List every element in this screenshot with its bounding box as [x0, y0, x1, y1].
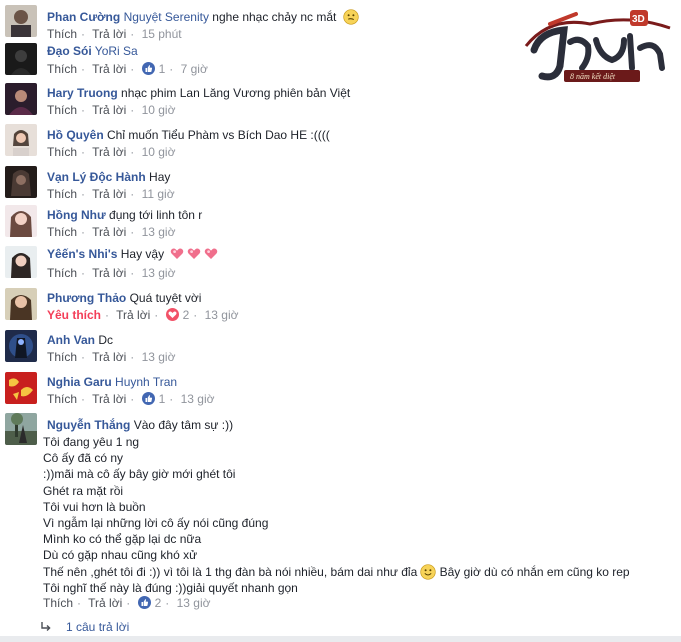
comment-text: Hay	[149, 170, 171, 184]
avatar[interactable]	[5, 372, 37, 404]
like-button[interactable]: Thích	[47, 187, 77, 201]
comment-time[interactable]: 13 giờ	[205, 308, 239, 322]
comment-author[interactable]: Nguyễn Thắng	[47, 418, 130, 432]
comment-text: Vào đây tâm sự :))	[133, 418, 234, 432]
game-logo: 3D 8 năm kết diệt	[520, 6, 680, 88]
avatar[interactable]	[5, 124, 37, 156]
reply-button[interactable]: Trả lời	[92, 145, 126, 159]
comment-author[interactable]: Phương Thảo	[47, 291, 126, 305]
comment-author[interactable]: Hồng Như	[47, 208, 106, 222]
heart-emoji-icon	[170, 247, 184, 260]
smiley-icon	[420, 563, 436, 580]
like-reaction-icon[interactable]	[141, 392, 155, 405]
reply-button[interactable]: Trả lời	[92, 62, 126, 76]
avatar[interactable]	[5, 246, 37, 278]
comment-text: Dc	[98, 333, 114, 347]
comment-time[interactable]: 13 giờ	[142, 266, 176, 280]
comment-text: Hay vậy	[120, 247, 165, 261]
avatar[interactable]	[5, 83, 37, 115]
reply-button[interactable]: Trả lời	[92, 392, 126, 406]
like-reaction-icon[interactable]	[141, 62, 155, 75]
like-button[interactable]: Thích	[43, 596, 73, 610]
comment-time[interactable]: 10 giờ	[142, 145, 176, 159]
comment-time[interactable]: 13 giờ	[177, 596, 211, 610]
reply-button[interactable]: Trả lời	[92, 266, 126, 280]
comment-text: Chỉ muốn Tiểu Phàm vs Bích Dao HE :((((	[107, 128, 330, 142]
reaction-count[interactable]: 2	[183, 308, 190, 322]
liked-button[interactable]: Yêu thích	[47, 308, 101, 322]
comment-time[interactable]: 13 giờ	[142, 225, 176, 239]
comment-time[interactable]: 10 giờ	[142, 103, 176, 117]
heart-emoji-icon	[204, 247, 218, 260]
comment-mention[interactable]: Nguyệt Serenity	[124, 10, 209, 24]
comment-line: Tôi đang yêu 1 ng	[43, 435, 140, 449]
comment-author[interactable]: Vạn Lý Độc Hành	[47, 170, 146, 184]
logo-tagline: 8 năm kết diệt	[570, 72, 616, 81]
reply-button[interactable]: Trả lời	[88, 596, 122, 610]
like-button[interactable]: Thích	[47, 145, 77, 159]
comment-author[interactable]: Hary Truong	[47, 86, 118, 100]
avatar[interactable]	[5, 288, 37, 320]
reply-button[interactable]: Trả lời	[92, 225, 126, 239]
love-reaction-icon[interactable]	[165, 308, 179, 321]
comment-time[interactable]: 15 phút	[142, 27, 182, 41]
like-button[interactable]: Thích	[47, 27, 77, 41]
comment-line: Mình ko có thể gặp lại dc nữa	[43, 532, 202, 547]
comment-line: Cô ấy đã có ny	[43, 451, 124, 466]
comment-mention[interactable]: Huynh Tran	[115, 375, 177, 389]
comment-line: Tôi nghĩ thế này là đúng :))giải quyết n…	[43, 580, 298, 595]
comment-time[interactable]: 13 giờ	[181, 392, 215, 406]
comment-author[interactable]: Yêến's Nhi's	[47, 247, 117, 261]
reply-arrow-icon	[40, 621, 52, 633]
avatar[interactable]	[5, 330, 37, 362]
like-button[interactable]: Thích	[47, 266, 77, 280]
comment-text: Quá tuyệt vời	[129, 291, 202, 305]
view-replies-label[interactable]: 1 câu trả lời	[66, 620, 129, 634]
comment-author[interactable]: Đạo Sói	[47, 44, 92, 58]
comment-time[interactable]: 11 giờ	[142, 187, 175, 201]
reply-button[interactable]: Trả lời	[92, 187, 126, 201]
like-button[interactable]: Thích	[47, 392, 77, 406]
like-button[interactable]: Thích	[47, 103, 77, 117]
comment-text: nghe nhạc chảy nc mắt	[212, 10, 337, 24]
comment-author[interactable]: Anh Van	[47, 333, 95, 347]
comment-mention[interactable]: YoRi Sa	[95, 44, 138, 58]
like-reaction-icon[interactable]	[137, 596, 151, 609]
reaction-count[interactable]: 2	[155, 596, 162, 610]
comment-body-lines: Tôi đang yêu 1 ng Cô ấy đã có ny :))mãi …	[43, 434, 630, 596]
avatar[interactable]	[5, 166, 37, 198]
comment-text: nhạc phim Lan Lăng Vương phiên bản Việt	[121, 86, 351, 100]
comment-time[interactable]: 7 giờ	[181, 62, 208, 76]
comment-line-with-emoji: Thế nên ,ghét tôi đi :)) vì tôi là 1 thg…	[43, 563, 630, 580]
reaction-count[interactable]: 1	[159, 62, 166, 76]
logo-badge: 3D	[632, 14, 645, 25]
comment-line: Vì ngẫm lại những lời cô ấy nói cũng đún…	[43, 516, 269, 531]
comment-line: :))mãi mà cô ấy bây giờ mới ghét tôi	[43, 467, 236, 482]
like-button[interactable]: Thích	[47, 350, 77, 364]
comment-author[interactable]: Hồ Quyên	[47, 128, 104, 142]
reply-button[interactable]: Trả lời	[116, 308, 150, 322]
reaction-count[interactable]: 1	[159, 392, 166, 406]
comment-text: đụng tới linh tôn r	[109, 208, 203, 222]
avatar[interactable]	[5, 413, 37, 445]
avatar[interactable]	[5, 205, 37, 237]
smiley-icon	[343, 9, 359, 25]
comment-line: Tôi vui hơn là buồn	[43, 499, 146, 514]
view-replies-link[interactable]: 1 câu trả lời	[40, 619, 129, 635]
comment-author[interactable]: Phan Cường	[47, 10, 120, 24]
avatar[interactable]	[5, 43, 37, 75]
comment-author[interactable]: Nghia Garu	[47, 375, 112, 389]
comment-line: Ghét ra mặt rồi	[43, 483, 124, 498]
reply-button[interactable]: Trả lời	[92, 27, 126, 41]
reply-button[interactable]: Trả lời	[92, 350, 126, 364]
reply-button[interactable]: Trả lời	[92, 103, 126, 117]
like-button[interactable]: Thích	[47, 225, 77, 239]
comment-time[interactable]: 13 giờ	[142, 350, 176, 364]
bottom-divider	[0, 636, 681, 642]
heart-emoji-icon	[187, 247, 201, 260]
avatar[interactable]	[5, 5, 37, 37]
comment-line: Dù có gặp nhau cũng khó xử	[43, 548, 198, 563]
like-button[interactable]: Thích	[47, 62, 77, 76]
